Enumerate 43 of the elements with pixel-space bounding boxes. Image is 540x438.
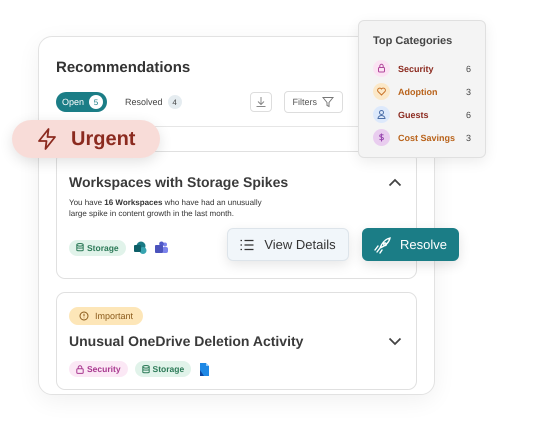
database-icon: [76, 243, 84, 252]
list-icon: [240, 238, 254, 250]
category-count: 3: [466, 86, 471, 96]
lock-icon: [76, 364, 84, 374]
category-count: 6: [466, 64, 471, 74]
panel-title: Recommendations: [56, 59, 190, 76]
recommendation-title: Workspaces with Storage Spikes: [69, 174, 288, 190]
view-details-button[interactable]: View Details: [227, 228, 349, 261]
tab[interactable]: Resolved 4: [119, 92, 186, 112]
card-title: Top Categories: [373, 35, 454, 47]
app-icon: [154, 240, 168, 255]
category-label: Security: [398, 64, 435, 74]
category-label: Guests: [398, 110, 430, 120]
filter-icon: [322, 96, 334, 108]
rocket-icon: [374, 236, 392, 254]
filters-button[interactable]: Filters: [284, 91, 343, 113]
category-tag: Security: [69, 361, 128, 377]
count-badge: 5: [89, 95, 104, 109]
download-button[interactable]: [250, 92, 272, 112]
category-tag: Storage: [134, 361, 192, 377]
chevron-up-icon: [388, 178, 402, 186]
database-icon: [142, 364, 150, 374]
recommendation-title: Unusual OneDrive Deletion Activity: [69, 333, 304, 349]
priority-label: Important: [95, 311, 134, 321]
category-label: Cost Savings: [398, 132, 456, 142]
count-badge: 4: [168, 95, 182, 109]
recommendation-description: You have 16 Workspaces who have had an unusually large spike in content growth in the last month.: [69, 198, 263, 220]
chevron-down-icon: [388, 336, 402, 346]
category-count: 6: [466, 110, 471, 120]
category-label: Adoption: [398, 86, 438, 96]
lock-icon: [373, 60, 390, 77]
category-tag: Storage: [69, 240, 126, 256]
alert-icon: [79, 311, 89, 321]
dollar-icon: [373, 129, 390, 146]
app-icon: [132, 240, 147, 255]
lightning-icon: [37, 128, 57, 150]
app-icon: [198, 362, 210, 376]
download-icon: [254, 96, 266, 108]
tab[interactable]: Open 5: [56, 92, 108, 112]
resolve-button[interactable]: Resolve: [362, 228, 459, 261]
person-icon: [373, 106, 390, 123]
urgent-label: Urgent: [71, 128, 136, 150]
category-count: 3: [466, 132, 471, 142]
